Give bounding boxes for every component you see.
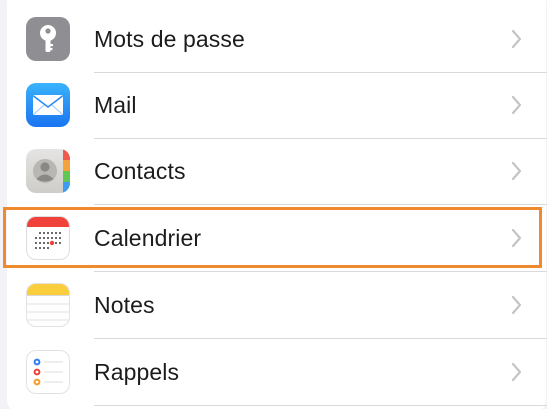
settings-item-notes[interactable]: Notes bbox=[7, 272, 546, 338]
chevron-right-icon bbox=[511, 362, 522, 382]
row-separator bbox=[94, 405, 547, 406]
chevron-right-icon bbox=[511, 295, 522, 315]
chevron-right-icon bbox=[511, 95, 522, 115]
reminders-list-icon bbox=[26, 350, 70, 394]
settings-item-reminders[interactable]: Rappels bbox=[7, 339, 546, 405]
settings-item-contacts[interactable]: Contacts bbox=[7, 138, 546, 204]
chevron-right-icon bbox=[511, 228, 522, 248]
settings-screen: Mots de passe Mail Contacts Calendrier N… bbox=[0, 0, 547, 409]
settings-item-label: Notes bbox=[94, 292, 155, 318]
settings-item-calendar[interactable]: Calendrier bbox=[7, 205, 546, 271]
settings-item-passwords[interactable]: Mots de passe bbox=[7, 6, 546, 72]
settings-item-mail[interactable]: Mail bbox=[7, 72, 546, 138]
settings-item-label: Rappels bbox=[94, 359, 180, 385]
settings-item-label: Mail bbox=[94, 92, 137, 118]
settings-item-label: Contacts bbox=[94, 158, 186, 184]
chevron-right-icon bbox=[511, 161, 522, 181]
key-icon bbox=[26, 17, 70, 61]
contacts-card-icon bbox=[26, 149, 70, 193]
envelope-icon bbox=[26, 83, 70, 127]
settings-item-label: Mots de passe bbox=[94, 26, 245, 52]
settings-item-label: Calendrier bbox=[94, 225, 202, 251]
chevron-right-icon bbox=[511, 29, 522, 49]
notes-icon bbox=[26, 283, 70, 327]
calendar-icon bbox=[26, 216, 70, 260]
